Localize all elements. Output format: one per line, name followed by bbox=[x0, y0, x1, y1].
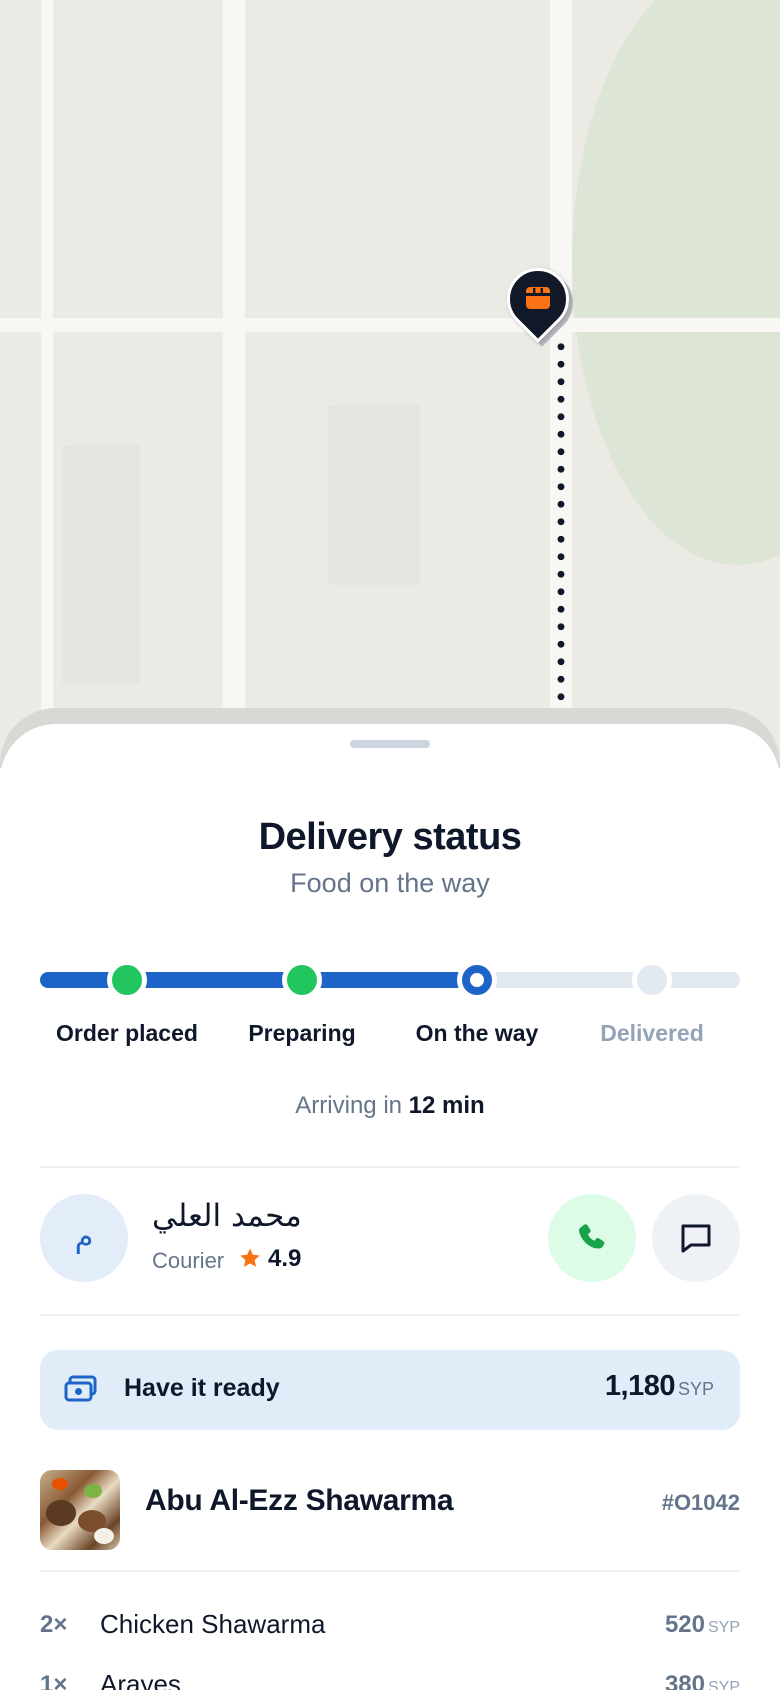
divider bbox=[40, 1314, 740, 1316]
map-road bbox=[223, 0, 245, 760]
item-name: Arayes bbox=[100, 1669, 181, 1690]
map-road bbox=[41, 0, 53, 760]
item-price: 380 SYP bbox=[665, 1671, 740, 1690]
courier-avatar: م bbox=[40, 1194, 128, 1282]
step-label-order-placed: Order placed bbox=[56, 1020, 198, 1046]
delivery-route-line bbox=[557, 338, 565, 728]
payment-label: Have it ready bbox=[124, 1374, 280, 1402]
call-courier-button[interactable] bbox=[548, 1194, 636, 1282]
page-title: Delivery status bbox=[258, 816, 522, 858]
cash-icon bbox=[64, 1375, 97, 1402]
map-road bbox=[0, 318, 780, 332]
message-courier-button[interactable] bbox=[652, 1194, 740, 1282]
map-view[interactable] bbox=[0, 0, 780, 760]
eta-text: Arriving in 12 min bbox=[0, 1092, 780, 1120]
delivery-bottom-sheet: Delivery status Food on the way Order pl… bbox=[0, 724, 780, 1690]
phone-icon bbox=[578, 1224, 605, 1249]
cash-payment-banner: Have it ready 1,180 SYP bbox=[40, 1350, 740, 1430]
payment-currency: SYP bbox=[677, 1379, 714, 1399]
payment-amount-value: 1,180 bbox=[604, 1370, 676, 1402]
step-label-on-the-way: On the way bbox=[415, 1020, 539, 1046]
step-dot-order-placed bbox=[107, 960, 147, 1000]
restaurant-map-pin[interactable] bbox=[494, 255, 586, 347]
divider bbox=[40, 1166, 740, 1168]
item-price-value: 520 bbox=[664, 1611, 705, 1638]
restaurant-name: Abu Al-Ezz Shawarma bbox=[145, 1484, 454, 1517]
eta-prefix: Arriving in bbox=[295, 1092, 402, 1119]
star-icon bbox=[240, 1248, 260, 1267]
courier-name: محمد العلي bbox=[152, 1198, 302, 1234]
map-park-area bbox=[572, 0, 780, 565]
status-subtitle: Food on the way bbox=[290, 868, 490, 898]
progress-fill bbox=[40, 972, 477, 988]
restaurant-thumbnail bbox=[40, 1470, 120, 1550]
map-building bbox=[62, 445, 140, 685]
courier-role: Courier bbox=[152, 1248, 225, 1273]
item-currency: SYP bbox=[707, 1679, 740, 1690]
step-label-preparing: Preparing bbox=[248, 1020, 356, 1046]
chat-bubble-icon bbox=[681, 1224, 711, 1253]
item-currency: SYP bbox=[707, 1619, 740, 1636]
store-icon bbox=[526, 287, 550, 309]
divider bbox=[40, 1570, 740, 1572]
eta-value: 12 min bbox=[408, 1092, 485, 1119]
order-number: #O1042 bbox=[661, 1490, 740, 1515]
item-quantity: 1× bbox=[40, 1671, 68, 1690]
step-dot-preparing bbox=[282, 960, 322, 1000]
step-dot-on-the-way bbox=[457, 960, 497, 1000]
courier-rating: 4.9 bbox=[268, 1245, 302, 1272]
item-price-value: 380 bbox=[664, 1671, 705, 1690]
sheet-drag-handle[interactable] bbox=[350, 740, 430, 748]
item-price: 520 SYP bbox=[665, 1611, 740, 1639]
step-label-delivered: Delivered bbox=[600, 1020, 704, 1046]
item-quantity: 2× bbox=[40, 1611, 68, 1638]
item-name: Chicken Shawarma bbox=[100, 1609, 326, 1639]
payment-amount: 1,180 SYP bbox=[605, 1370, 714, 1403]
map-building bbox=[328, 405, 420, 585]
step-dot-delivered bbox=[632, 960, 672, 1000]
